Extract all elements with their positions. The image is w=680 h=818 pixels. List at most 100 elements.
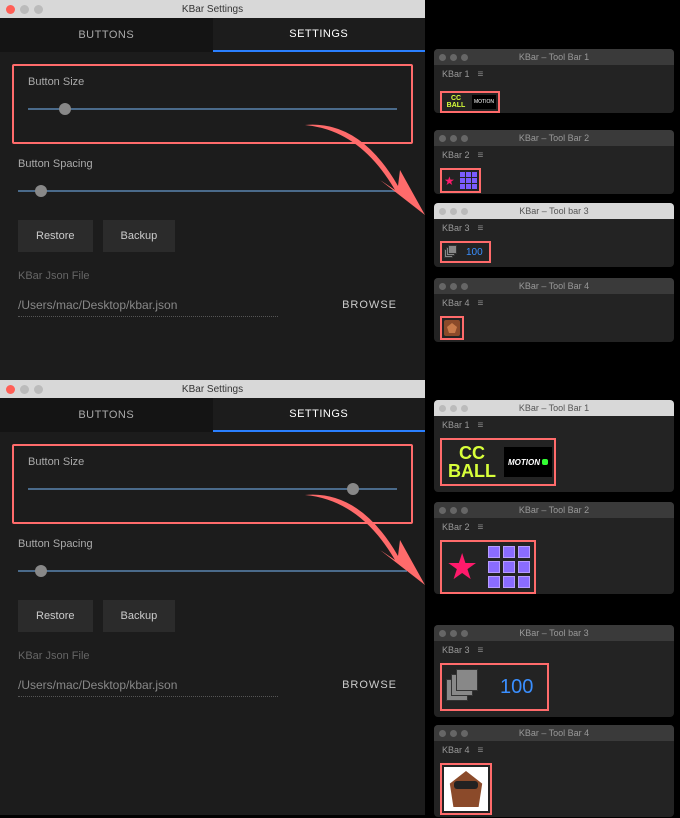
menu-icon[interactable]: ≡ xyxy=(478,420,484,431)
toolbar-name: KBar 3 xyxy=(442,645,470,655)
titlebar[interactable]: KBar – Tool Bar 2 xyxy=(434,502,674,518)
menu-icon[interactable]: ≡ xyxy=(478,522,484,533)
button-spacing-slider[interactable] xyxy=(18,562,407,582)
backup-button[interactable]: Backup xyxy=(103,600,176,632)
tab-bar: BUTTONS SETTINGS xyxy=(0,398,425,432)
titlebar[interactable]: KBar – Tool Bar 4 xyxy=(434,278,674,294)
menu-icon[interactable]: ≡ xyxy=(478,223,484,234)
toolbar-buttons-highlight: 100 xyxy=(440,663,549,711)
window-title: KBar – Tool Bar 2 xyxy=(434,505,674,515)
button-size-slider[interactable] xyxy=(28,480,397,500)
slider-thumb[interactable] xyxy=(59,103,71,115)
menu-icon[interactable]: ≡ xyxy=(478,298,484,309)
ccball-button[interactable]: CCBALL xyxy=(444,95,468,109)
slider-track xyxy=(28,488,397,490)
toolbar-header: KBar 2≡ xyxy=(434,146,674,164)
window-title: KBar Settings xyxy=(0,4,425,15)
number-button[interactable]: 100 xyxy=(462,247,487,258)
titlebar[interactable]: KBar – Tool Bar 2 xyxy=(434,130,674,146)
browse-button[interactable]: BROWSE xyxy=(332,673,407,697)
titlebar[interactable]: KBar Settings xyxy=(0,0,425,18)
layers-button[interactable] xyxy=(444,245,458,259)
restore-button[interactable]: Restore xyxy=(18,600,93,632)
kbar-settings-window-large: KBar Settings BUTTONS SETTINGS Button Si… xyxy=(0,380,425,815)
menu-icon[interactable]: ≡ xyxy=(478,69,484,80)
json-file-input[interactable] xyxy=(18,674,278,697)
toolbar-window-4-large: KBar – Tool Bar 4 KBar 4 ≡ xyxy=(434,725,674,817)
json-file-label: KBar Json File xyxy=(18,650,332,662)
titlebar[interactable]: KBar – Tool Bar 1 xyxy=(434,49,674,65)
browse-button[interactable]: BROWSE xyxy=(332,293,407,317)
motion-button[interactable]: MOTION xyxy=(504,447,552,477)
star-button[interactable]: ★ xyxy=(444,175,456,187)
toolbar-buttons-highlight: 100 xyxy=(440,241,491,263)
kbar-settings-window-small: KBar Settings BUTTONS SETTINGS Button Si… xyxy=(0,0,425,380)
button-size-label: Button Size xyxy=(28,76,397,88)
toolbar-buttons-highlight: CCBALL MOTION xyxy=(440,91,500,113)
toolbar-name: KBar 2 xyxy=(442,522,470,532)
menu-icon[interactable]: ≡ xyxy=(478,150,484,161)
toolbar-buttons-highlight xyxy=(440,763,492,815)
toolbar-window-1-large: KBar – Tool Bar 1 KBar 1≡ CCBALL MOTION xyxy=(434,400,674,492)
menu-icon[interactable]: ≡ xyxy=(478,745,484,756)
tab-settings[interactable]: SETTINGS xyxy=(213,398,426,432)
toolbar-window-1-small: KBar – Tool Bar 1 KBar 1 ≡ CCBALL MOTION xyxy=(434,49,674,113)
horse-button[interactable] xyxy=(444,767,488,811)
json-file-row: KBar Json File BROWSE xyxy=(18,270,407,317)
titlebar[interactable]: KBar – Tool Bar 4 xyxy=(434,725,674,741)
button-row: Restore Backup xyxy=(18,600,407,632)
titlebar[interactable]: KBar – Tool bar 3 xyxy=(434,625,674,641)
settings-content: Button Size Button Spacing Restore Backu… xyxy=(0,52,425,329)
toolbar-header: KBar 1≡ xyxy=(434,416,674,434)
toolbar-name: KBar 4 xyxy=(442,745,470,755)
slider-track xyxy=(18,570,407,572)
menu-icon[interactable]: ≡ xyxy=(478,645,484,656)
tab-buttons[interactable]: BUTTONS xyxy=(0,398,213,432)
window-title: KBar – Tool Bar 4 xyxy=(434,281,674,291)
window-title: KBar – Tool bar 3 xyxy=(434,628,674,638)
star-button[interactable]: ★ xyxy=(446,552,478,582)
json-file-input[interactable] xyxy=(18,294,278,317)
tab-settings[interactable]: SETTINGS xyxy=(213,18,426,52)
slider-thumb[interactable] xyxy=(35,185,47,197)
toolbar-name: KBar 3 xyxy=(442,223,470,233)
slider-thumb[interactable] xyxy=(35,565,47,577)
window-title: KBar – Tool Bar 2 xyxy=(434,133,674,143)
grid-button[interactable] xyxy=(488,546,530,588)
toolbar-buttons-highlight xyxy=(440,316,464,340)
json-file-row: KBar Json File BROWSE xyxy=(18,650,407,697)
button-spacing-slider[interactable] xyxy=(18,182,407,202)
window-title: KBar – Tool Bar 1 xyxy=(434,52,674,62)
tab-bar: BUTTONS SETTINGS xyxy=(0,18,425,52)
toolbar-buttons-highlight: CCBALL MOTION xyxy=(440,438,556,486)
tab-buttons[interactable]: BUTTONS xyxy=(0,18,213,52)
window-title: KBar – Tool bar 3 xyxy=(434,206,674,216)
toolbar-name: KBar 1 xyxy=(442,69,470,79)
toolbar-buttons-highlight: ★ xyxy=(440,168,481,193)
window-title: KBar Settings xyxy=(0,384,425,395)
slider-thumb[interactable] xyxy=(347,483,359,495)
layers-button[interactable] xyxy=(446,669,482,705)
toolbar-header: KBar 4 ≡ xyxy=(434,294,674,312)
button-size-highlight: Button Size xyxy=(12,444,413,524)
motion-button[interactable]: MOTION xyxy=(472,95,496,109)
toolbar-name: KBar 4 xyxy=(442,298,470,308)
toolbar-window-4-small: KBar – Tool Bar 4 KBar 4 ≡ xyxy=(434,278,674,342)
slider-track xyxy=(18,190,407,192)
button-row: Restore Backup xyxy=(18,220,407,252)
toolbar-window-2-small: KBar – Tool Bar 2 KBar 2≡ ★ xyxy=(434,130,674,194)
titlebar[interactable]: KBar – Tool Bar 1 xyxy=(434,400,674,416)
toolbar-window-3-small: KBar – Tool bar 3 KBar 3 ≡ 100 xyxy=(434,203,674,267)
horse-button[interactable] xyxy=(444,320,460,336)
titlebar[interactable]: KBar Settings xyxy=(0,380,425,398)
restore-button[interactable]: Restore xyxy=(18,220,93,252)
backup-button[interactable]: Backup xyxy=(103,220,176,252)
titlebar[interactable]: KBar – Tool bar 3 xyxy=(434,203,674,219)
toolbar-buttons-highlight: ★ xyxy=(440,540,536,594)
window-title: KBar – Tool Bar 4 xyxy=(434,728,674,738)
ccball-button[interactable]: CCBALL xyxy=(444,442,500,482)
number-button[interactable]: 100 xyxy=(490,676,543,699)
grid-button[interactable] xyxy=(460,172,477,189)
button-spacing-label: Button Spacing xyxy=(18,158,407,170)
button-size-slider[interactable] xyxy=(28,100,397,120)
